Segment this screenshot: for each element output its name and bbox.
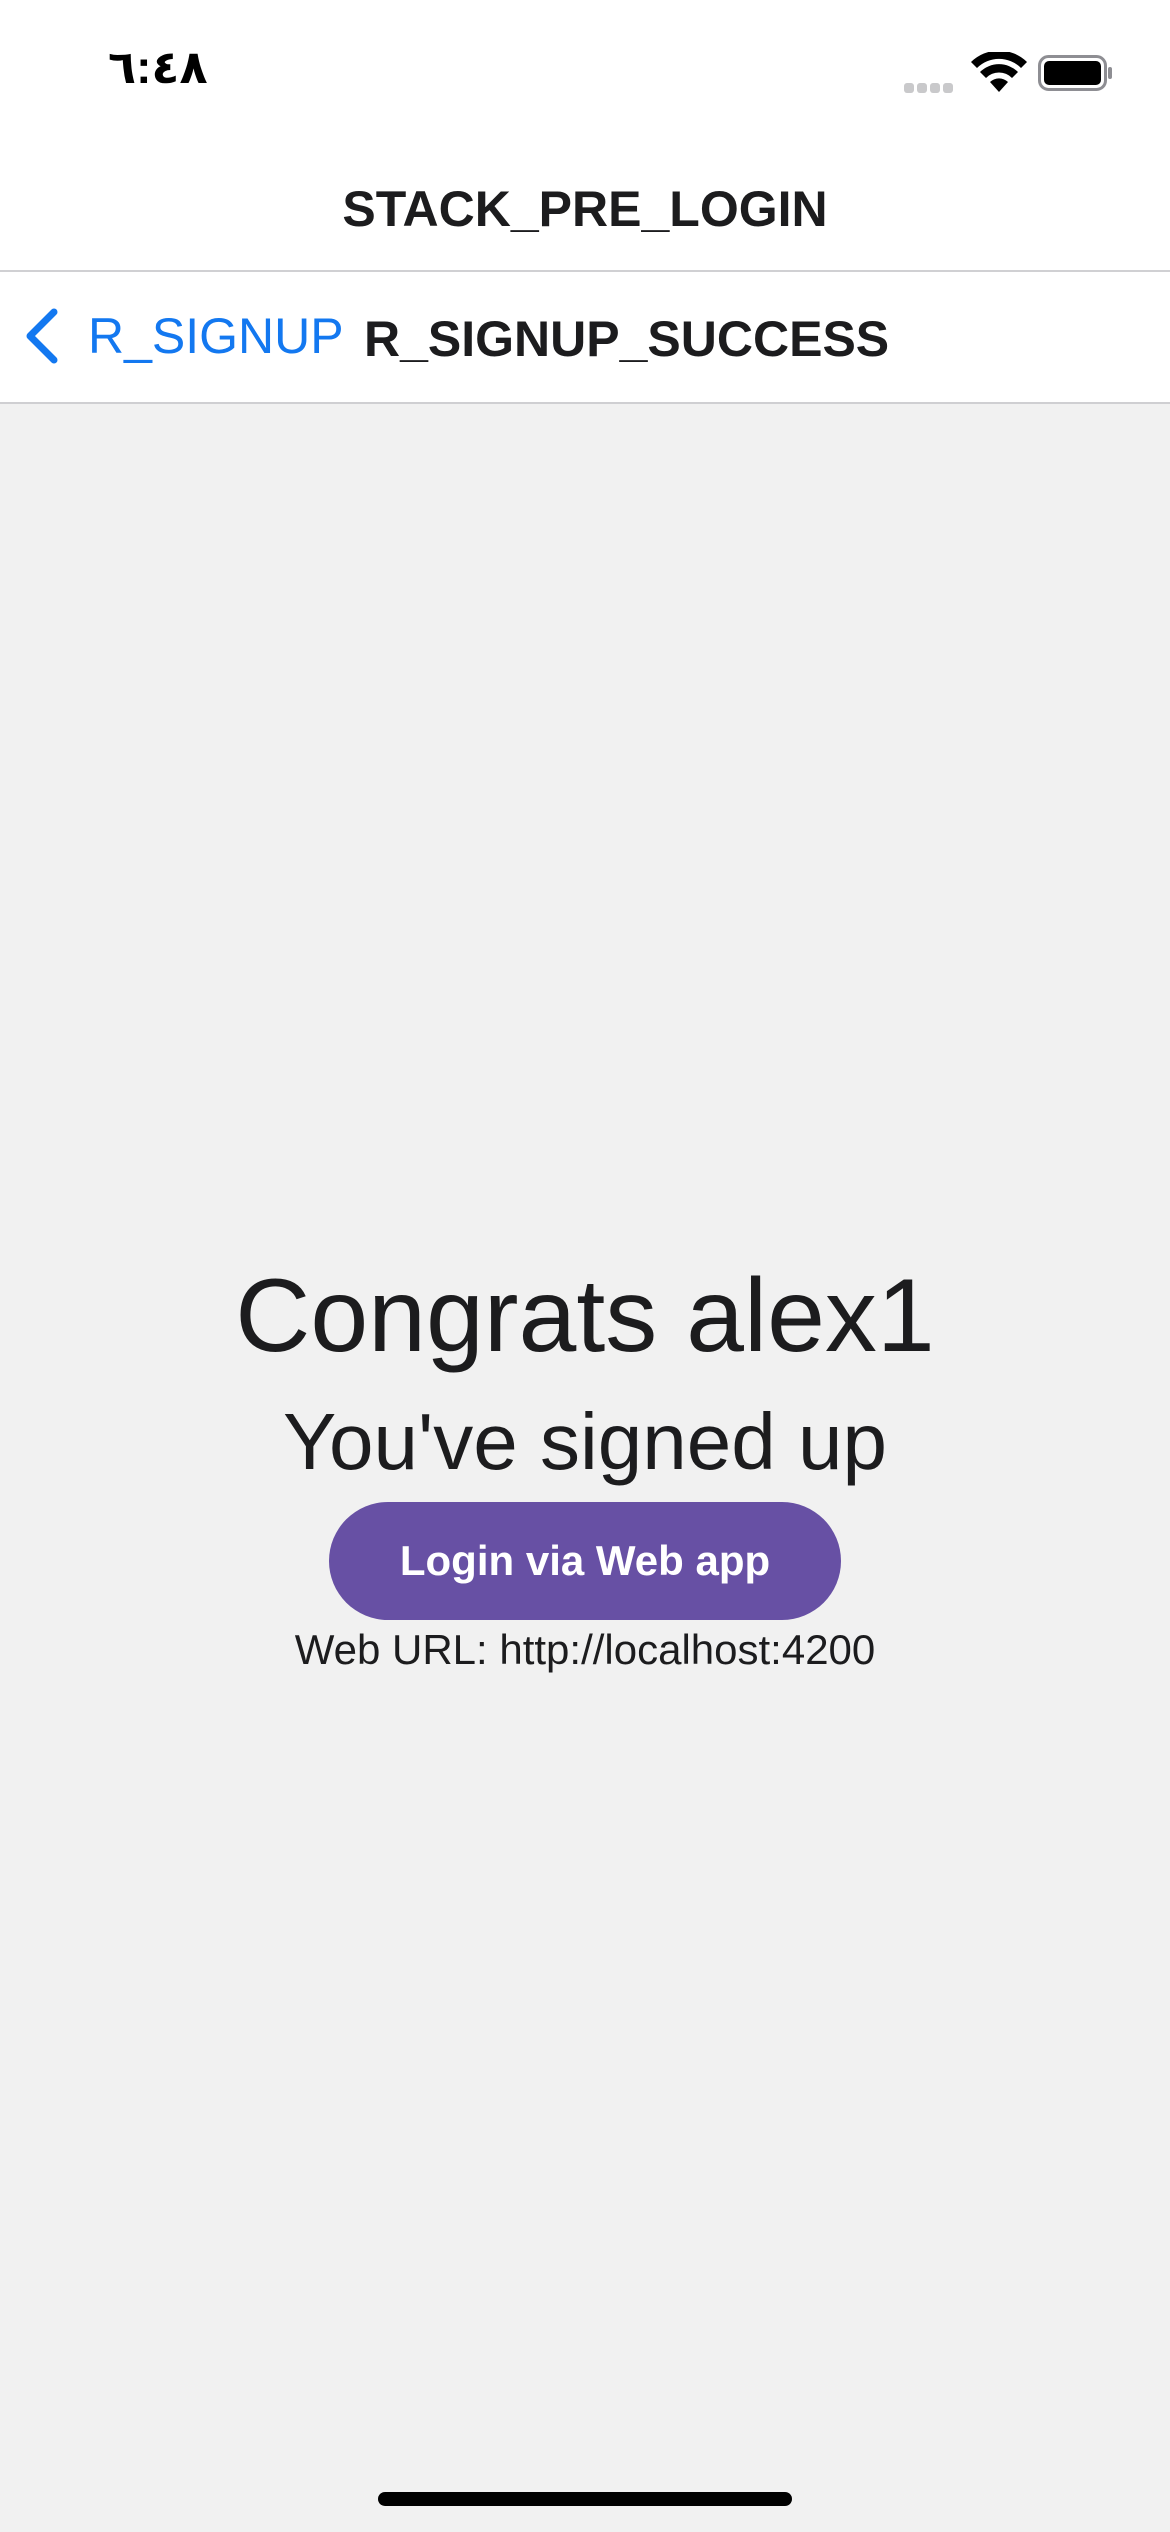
home-indicator[interactable] [378,2492,792,2506]
back-button[interactable]: R_SIGNUP [22,296,344,376]
status-time: ٦:٤٨ [108,41,208,93]
web-url-text: Web URL: http://localhost:4200 [294,1626,876,1673]
stack-header: STACK_PRE_LOGIN [0,150,1170,272]
stack-title: STACK_PRE_LOGIN [342,181,828,237]
chevron-left-icon [26,308,58,364]
back-button-label: R_SIGNUP [88,308,344,364]
signed-up-subheading: You've signed up [283,1397,887,1486]
navigation-bar: R_SIGNUP R_SIGNUP_SUCCESS [0,272,1170,404]
congrats-heading: Congrats alex1 [235,1258,935,1374]
screen-title: R_SIGNUP_SUCCESS [364,311,890,367]
battery-icon [1038,55,1112,91]
signup-success-content: Congrats alex1 You've signed up Login vi… [0,404,1170,2532]
wifi-icon [971,52,1027,92]
status-bar: ٦:٤٨ [0,0,1170,150]
cellular-signal-icon [904,80,958,93]
login-via-web-app-button[interactable]: Login via Web app [329,1502,841,1620]
app-screen: ٦:٤٨ STACK_PRE_LOGIN R_SIGNUP R_SIGNUP_S… [0,0,1170,2532]
